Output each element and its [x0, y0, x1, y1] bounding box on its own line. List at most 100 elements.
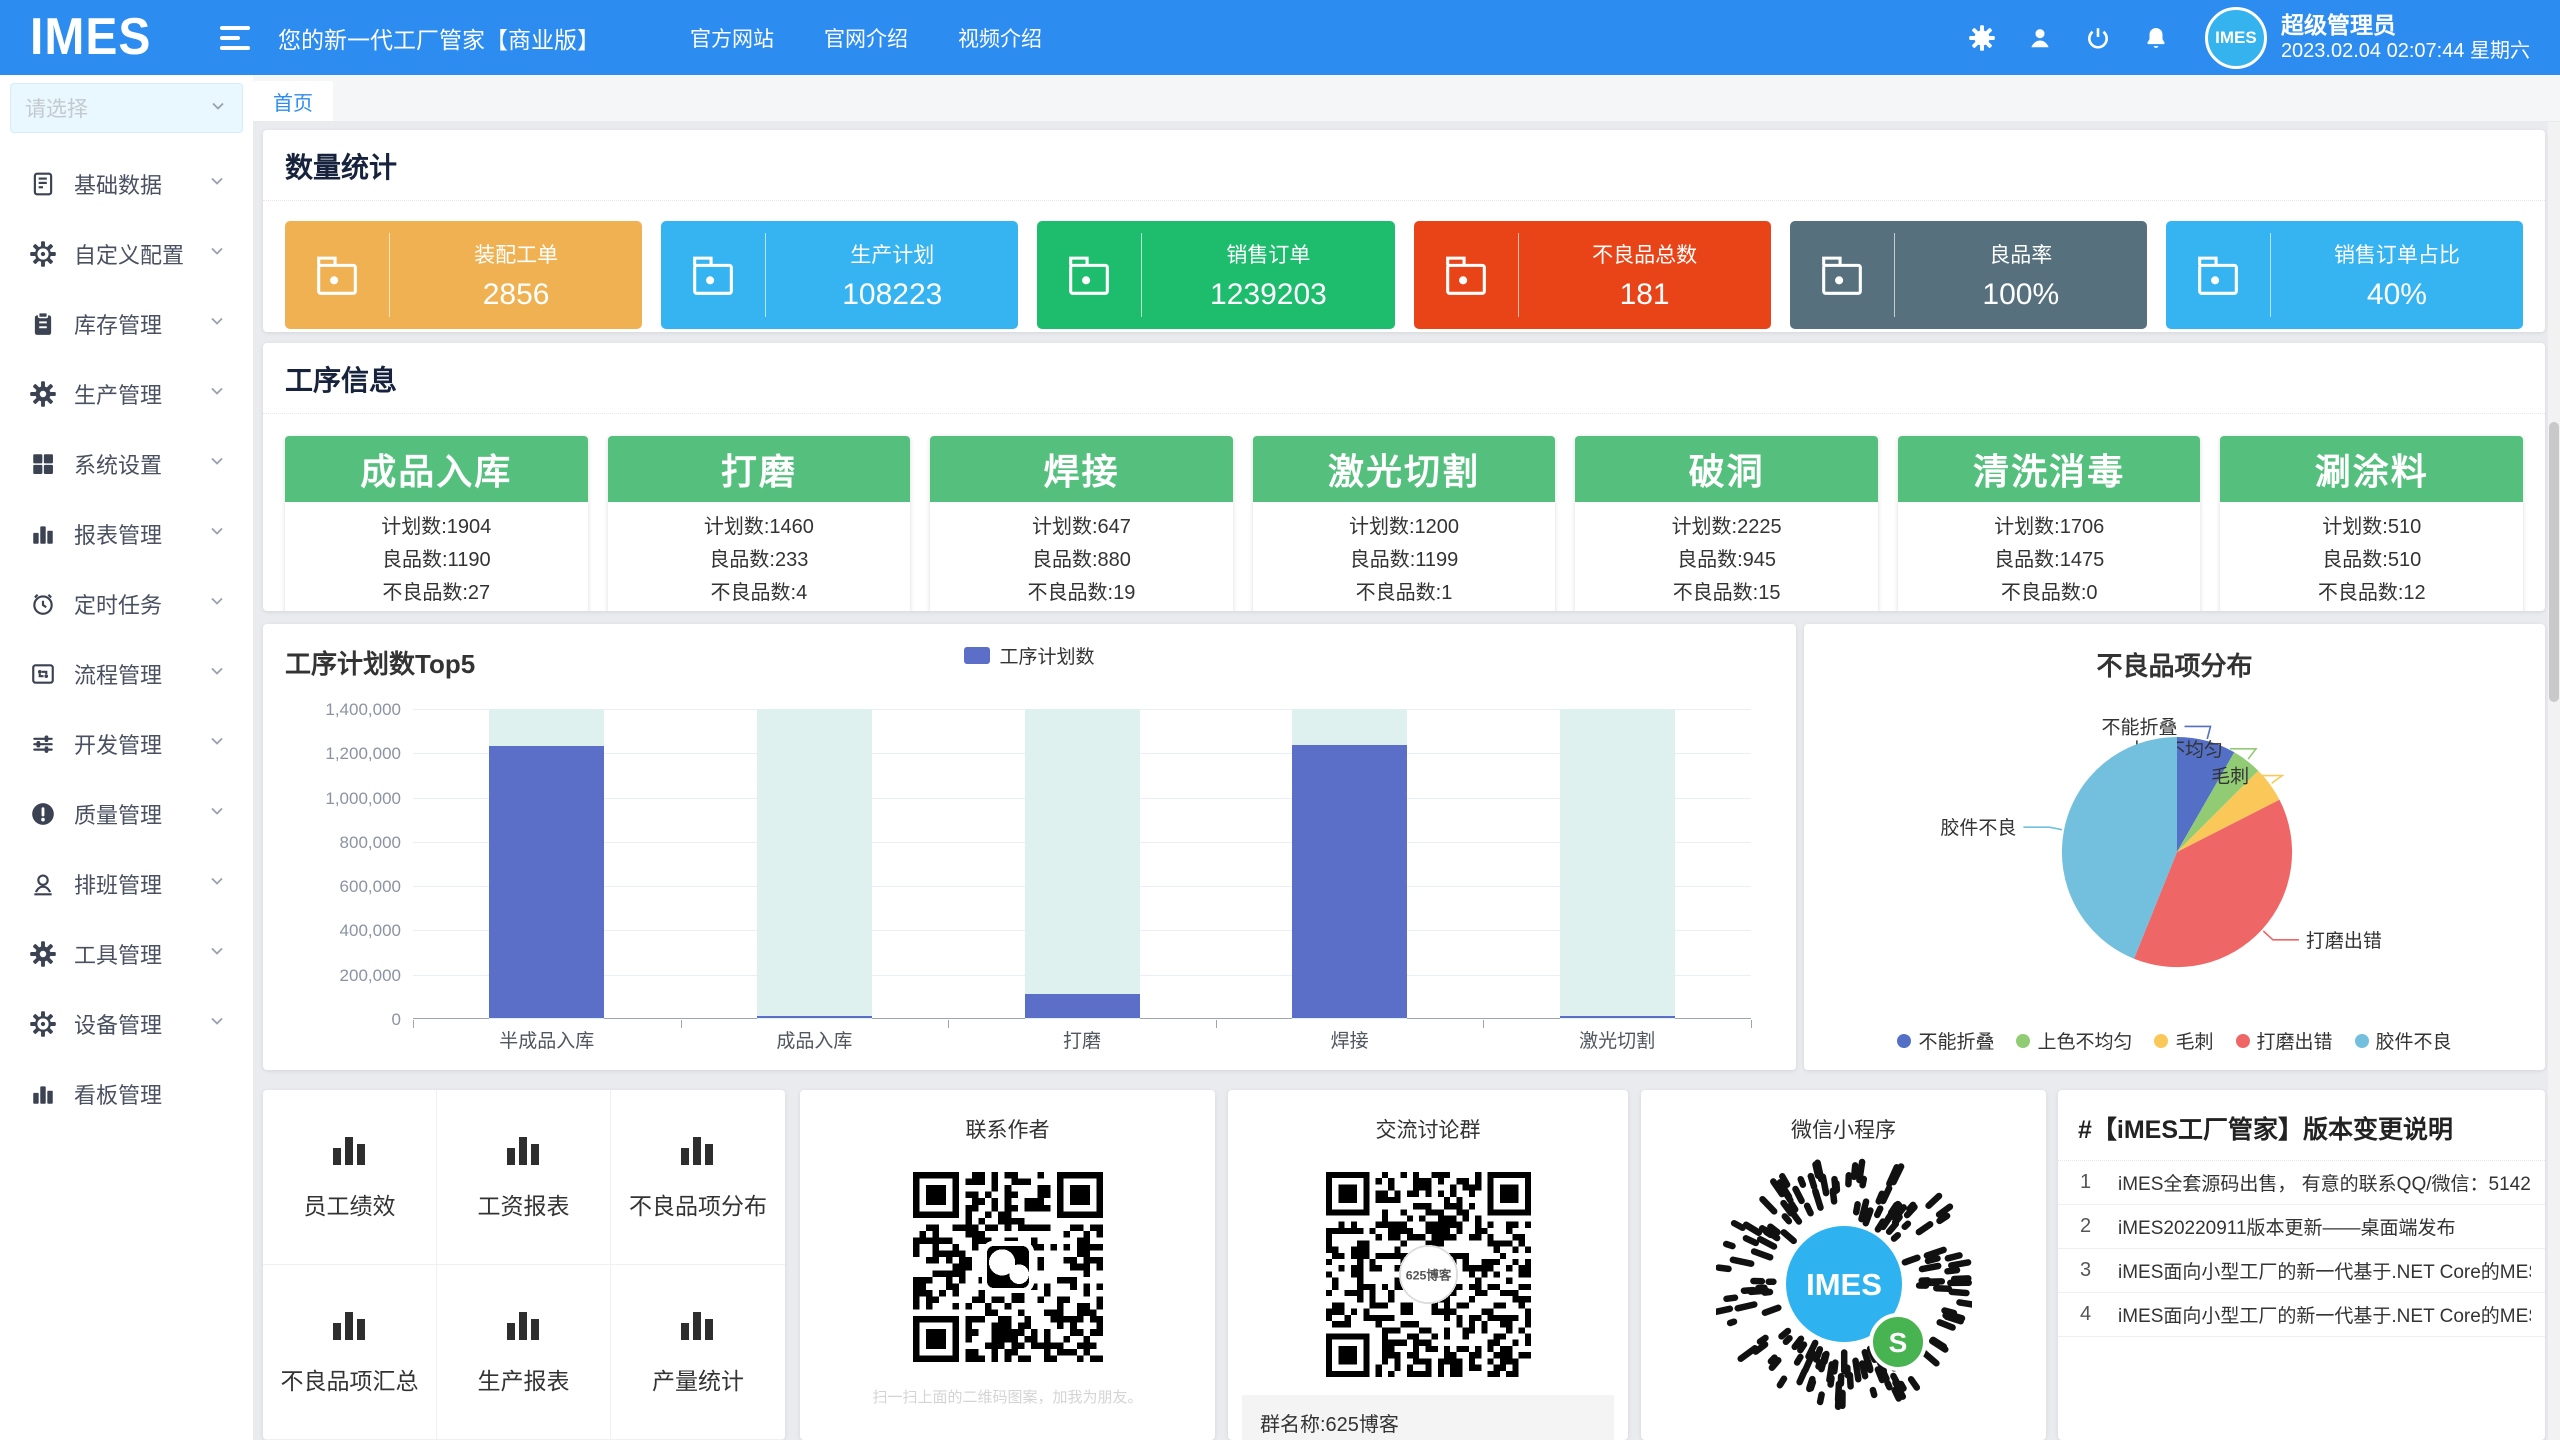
- changelog-row[interactable]: 2iMES20220911版本更新——桌面端发布: [2058, 1205, 2545, 1249]
- user-role: 超级管理员: [2281, 11, 2530, 40]
- process-card-name: 焊接: [930, 436, 1233, 502]
- chevron-down-icon: [207, 311, 227, 337]
- process-card-name: 清洗消毒: [1898, 436, 2201, 502]
- stat-label: 销售订单占比: [2271, 239, 2523, 269]
- user-icon[interactable]: [2027, 25, 2053, 51]
- datetime: 2023.02.04 02:07:44 星期六: [2281, 39, 2530, 64]
- pie-legend-item-上色不均匀[interactable]: 上色不均匀: [2016, 1027, 2132, 1054]
- bar-激光切割: [1560, 1016, 1675, 1018]
- menu-toggle-icon[interactable]: [220, 26, 250, 50]
- gear-icon[interactable]: [1969, 25, 1995, 51]
- main-content: 数量统计 装配工单2856生产计划108223销售订单1239203不良品总数1…: [253, 122, 2560, 1440]
- sidebar-item-label: 库存管理: [74, 308, 207, 340]
- sidebar-item-设备管理[interactable]: 设备管理: [0, 989, 253, 1059]
- changelog-row[interactable]: 3iMES面向小型工厂的新一代基于.NET Core的MES系统__移动端: [2058, 1249, 2545, 1293]
- process-plan: 计划数:647: [930, 511, 1233, 544]
- process-card-body: 计划数:1904良品数:1190不良品数:27: [285, 502, 588, 611]
- changelog-text: iMES面向小型工厂的新一代基于.NET Core的MES系统__PC端: [2118, 1301, 2531, 1328]
- process-card-name: 成品入库: [285, 436, 588, 502]
- chevron-down-icon: [207, 871, 227, 897]
- sidebar-item-质量管理[interactable]: 质量管理: [0, 779, 253, 849]
- shortcut-工资报表[interactable]: 工资报表: [437, 1090, 611, 1265]
- sidebar-item-label: 系统设置: [74, 448, 207, 480]
- sidebar-item-流程管理[interactable]: 流程管理: [0, 639, 253, 709]
- shortcut-label: 员工绩效: [304, 1187, 396, 1221]
- sidebar-item-工具管理[interactable]: 工具管理: [0, 919, 253, 989]
- changelog-text: iMES全套源码出售， 有意的联系QQ/微信：514224717: [2118, 1169, 2531, 1196]
- process-card-打磨: 打磨计划数:1460良品数:233不良品数:4: [608, 436, 911, 611]
- process-plan: 计划数:1460: [608, 511, 911, 544]
- top-nav-link-0[interactable]: 官方网站: [690, 23, 774, 53]
- shortcut-不良品项汇总[interactable]: 不良品项汇总: [263, 1265, 437, 1440]
- bar-chart-legend[interactable]: 工序计划数: [263, 642, 1796, 669]
- chevron-down-icon: [207, 171, 227, 197]
- stat-text: 良品率100%: [1895, 239, 2147, 312]
- stat-label: 销售订单: [1142, 239, 1394, 269]
- legend-label: 工序计划数: [999, 642, 1094, 669]
- avatar[interactable]: IMES: [2205, 7, 2267, 69]
- sidebar-item-报表管理[interactable]: 报表管理: [0, 499, 253, 569]
- process-row: 成品入库计划数:1904良品数:1190不良品数:27打磨计划数:1460良品数…: [263, 414, 2545, 611]
- gear-outline-icon: [30, 241, 56, 267]
- group-qr-title: 交流讨论群: [1228, 1090, 1628, 1144]
- legend-dot: [2016, 1034, 2030, 1048]
- bar-chart-y-axis: 0200,000400,000600,000800,0001,000,0001,…: [263, 709, 401, 1019]
- contact-qr-panel: 联系作者 扫一扫上面的二维码图案，加我为朋友。: [800, 1090, 1215, 1440]
- top-nav-link-1[interactable]: 官网介绍: [824, 23, 908, 53]
- sidebar-item-label: 报表管理: [74, 518, 207, 550]
- process-good: 良品数:880: [930, 544, 1233, 577]
- process-card-body: 计划数:2225良品数:945不良品数:15: [1575, 502, 1878, 611]
- pie-label-打磨出错: 打磨出错: [2306, 930, 2382, 952]
- sidebar-item-看板管理[interactable]: 看板管理: [0, 1059, 253, 1129]
- scrollbar-thumb[interactable]: [2549, 422, 2559, 702]
- tab-home[interactable]: 首页: [253, 81, 333, 121]
- sidebar-item-label: 工具管理: [74, 938, 207, 970]
- sidebar-item-生产管理[interactable]: 生产管理: [0, 359, 253, 429]
- sidebar-item-库存管理[interactable]: 库存管理: [0, 289, 253, 359]
- clock-icon: [30, 591, 56, 617]
- power-icon[interactable]: [2085, 25, 2111, 51]
- process-bad: 不良品数:19: [930, 577, 1233, 610]
- shortcut-不良品项分布[interactable]: 不良品项分布: [611, 1090, 785, 1265]
- sidebar-item-定时任务[interactable]: 定时任务: [0, 569, 253, 639]
- bar-打磨: [1025, 994, 1140, 1018]
- x-category-label: 激光切割: [1483, 1026, 1751, 1053]
- sidebar-item-系统设置[interactable]: 系统设置: [0, 429, 253, 499]
- chevron-down-icon: [207, 451, 227, 477]
- sidebar-item-label: 自定义配置: [74, 238, 207, 270]
- y-tick-label: 800,000: [263, 833, 401, 853]
- sidebar-select[interactable]: 请选择: [10, 83, 243, 133]
- pie-legend-item-打磨出错[interactable]: 打磨出错: [2236, 1027, 2333, 1054]
- section-title-stats: 数量统计: [263, 130, 2545, 201]
- bar-半成品入库: [489, 746, 604, 1018]
- changelog-num: 1: [2080, 1171, 2118, 1194]
- pie-legend-item-胶件不良[interactable]: 胶件不良: [2355, 1027, 2452, 1054]
- bell-icon[interactable]: [2143, 25, 2169, 51]
- stat-text: 生产计划108223: [766, 239, 1018, 312]
- pie-chart-panel: 不良品项分布 不能折叠上色不均匀毛刺打磨出错胶件不良 不能折叠上色不均匀毛刺打磨…: [1804, 624, 2545, 1070]
- sidebar-item-基础数据[interactable]: 基础数据: [0, 149, 253, 219]
- shortcut-员工绩效[interactable]: 员工绩效: [263, 1090, 437, 1265]
- changelog-row[interactable]: 4iMES面向小型工厂的新一代基于.NET Core的MES系统__PC端: [2058, 1293, 2545, 1337]
- shortcut-产量统计[interactable]: 产量统计: [611, 1265, 785, 1440]
- process-card-name: 破洞: [1575, 436, 1878, 502]
- sidebar-item-自定义配置[interactable]: 自定义配置: [0, 219, 253, 289]
- chevron-down-icon: [207, 801, 227, 827]
- sidebar-item-label: 生产管理: [74, 378, 207, 410]
- shortcut-生产报表[interactable]: 生产报表: [437, 1265, 611, 1440]
- gear-outline-icon: [30, 1011, 56, 1037]
- legend-item-label: 上色不均匀: [2037, 1027, 2132, 1054]
- changelog-row[interactable]: 1iMES全套源码出售， 有意的联系QQ/微信：514224717: [2058, 1161, 2545, 1205]
- pie-legend-item-不能折叠[interactable]: 不能折叠: [1897, 1027, 1994, 1054]
- y-tick-label: 1,400,000: [263, 700, 401, 720]
- scrollbar[interactable]: [2548, 122, 2560, 1440]
- sidebar-item-开发管理[interactable]: 开发管理: [0, 709, 253, 779]
- top-nav-link-2[interactable]: 视频介绍: [958, 23, 1042, 53]
- sidebar-item-排班管理[interactable]: 排班管理: [0, 849, 253, 919]
- pie-legend-item-毛刺[interactable]: 毛刺: [2154, 1027, 2213, 1054]
- bar-chart-icon: [678, 1133, 718, 1169]
- stat-value: 181: [1519, 278, 1771, 312]
- stat-card-装配工单: 装配工单2856: [285, 221, 642, 329]
- group-qr-panel: 交流讨论群 625博客 群名称:625博客 群 号:200884004: [1228, 1090, 1628, 1440]
- changelog-num: 4: [2080, 1303, 2118, 1326]
